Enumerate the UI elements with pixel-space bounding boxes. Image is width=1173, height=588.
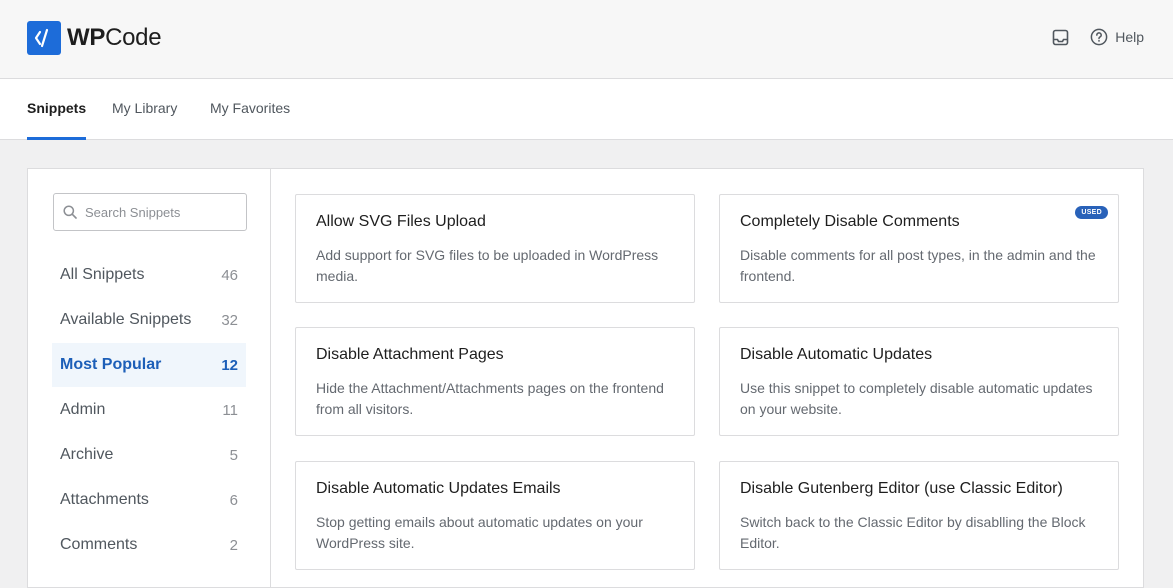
category-comments[interactable]: Comments 2 xyxy=(52,523,246,567)
wpcode-logo[interactable]: WPCode xyxy=(27,21,162,55)
snippet-card[interactable]: Disable Automatic Updates Use this snipp… xyxy=(719,327,1119,436)
category-archive[interactable]: Archive 5 xyxy=(52,433,246,477)
category-label: All Snippets xyxy=(60,266,145,283)
snippet-description: Use this snippet to completely disable a… xyxy=(740,380,1093,417)
snippet-description: Add support for SVG files to be uploaded… xyxy=(316,247,659,284)
snippet-title: Disable Gutenberg Editor (use Classic Ed… xyxy=(740,480,1063,497)
category-count: 46 xyxy=(221,266,238,284)
category-available-snippets[interactable]: Available Snippets 32 xyxy=(52,298,246,342)
inbox-button[interactable] xyxy=(1050,27,1070,47)
tab-my-library[interactable]: My Library xyxy=(112,79,177,140)
category-count: 32 xyxy=(221,311,238,329)
category-count: 5 xyxy=(229,446,238,464)
snippet-card[interactable]: USED Completely Disable Comments Disable… xyxy=(719,194,1119,303)
snippet-card[interactable]: Allow SVG Files Upload Add support for S… xyxy=(295,194,695,303)
snippet-card[interactable]: Disable Gutenberg Editor (use Classic Ed… xyxy=(719,461,1119,570)
tab-snippets[interactable]: Snippets xyxy=(27,79,87,140)
inbox-icon xyxy=(1052,29,1069,45)
category-attachments[interactable]: Attachments 6 xyxy=(52,478,246,522)
category-label: Available Snippets xyxy=(60,311,192,328)
code-slash-icon xyxy=(27,21,61,55)
category-all-snippets[interactable]: All Snippets 46 xyxy=(52,253,246,297)
snippet-title: Disable Automatic Updates xyxy=(740,346,933,363)
tab-bar: Snippets My Library My Favorites xyxy=(0,79,1173,140)
help-circle-icon xyxy=(1090,28,1108,46)
help-label: Help xyxy=(1115,29,1144,45)
category-label: Attachments xyxy=(60,491,149,508)
category-count: 2 xyxy=(229,536,238,554)
brand-name: WPCode xyxy=(67,24,162,52)
category-count: 12 xyxy=(221,356,238,374)
snippet-title: Completely Disable Comments xyxy=(740,213,960,230)
snippet-card[interactable]: Disable Automatic Updates Emails Stop ge… xyxy=(295,461,695,570)
brand-suffix: Code xyxy=(105,24,162,51)
snippet-title: Allow SVG Files Upload xyxy=(316,213,486,230)
category-label: Comments xyxy=(60,536,138,553)
search-box[interactable] xyxy=(53,193,247,231)
tab-my-favorites[interactable]: My Favorites xyxy=(210,79,290,140)
brand-prefix: WP xyxy=(67,24,106,51)
snippets-library-panel: All Snippets 46 Available Snippets 32 Mo… xyxy=(27,168,1144,588)
snippet-description: Hide the Attachment/Attachments pages on… xyxy=(316,380,664,417)
category-count: 11 xyxy=(222,401,238,419)
category-most-popular[interactable]: Most Popular 12 xyxy=(52,343,246,387)
category-label: Archive xyxy=(60,446,114,463)
category-label: Most Popular xyxy=(60,356,162,373)
category-sidebar: All Snippets 46 Available Snippets 32 Mo… xyxy=(28,169,271,587)
snippet-description: Disable comments for all post types, in … xyxy=(740,247,1096,284)
snippet-description: Stop getting emails about automatic upda… xyxy=(316,514,643,551)
snippet-card[interactable]: Disable Attachment Pages Hide the Attach… xyxy=(295,327,695,436)
snippet-title: Disable Automatic Updates Emails xyxy=(316,480,561,497)
top-bar: WPCode Help xyxy=(0,0,1173,79)
snippet-title: Disable Attachment Pages xyxy=(316,346,504,363)
help-button[interactable]: Help xyxy=(1090,28,1144,46)
search-icon xyxy=(63,205,77,219)
category-label: Admin xyxy=(60,401,106,418)
snippet-description: Switch back to the Classic Editor by dis… xyxy=(740,514,1086,551)
used-badge: USED xyxy=(1075,206,1108,219)
category-count: 6 xyxy=(229,491,238,509)
category-admin[interactable]: Admin 11 xyxy=(52,388,246,432)
search-input[interactable] xyxy=(85,204,235,220)
